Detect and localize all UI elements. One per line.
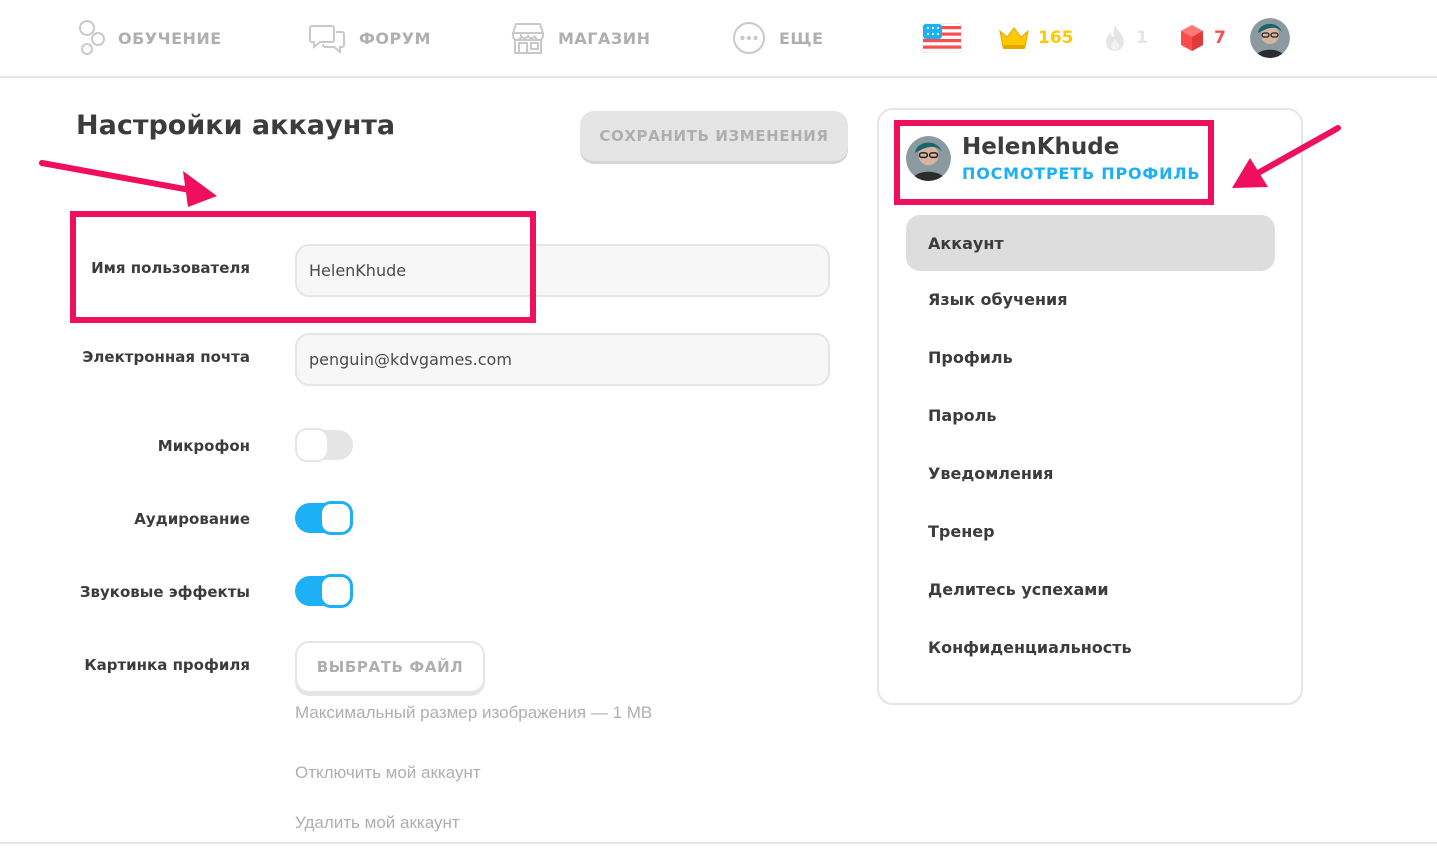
arrow-left-icon xyxy=(39,160,217,207)
arrow-right-icon xyxy=(1232,125,1341,188)
annotation-arrows xyxy=(39,125,1341,207)
